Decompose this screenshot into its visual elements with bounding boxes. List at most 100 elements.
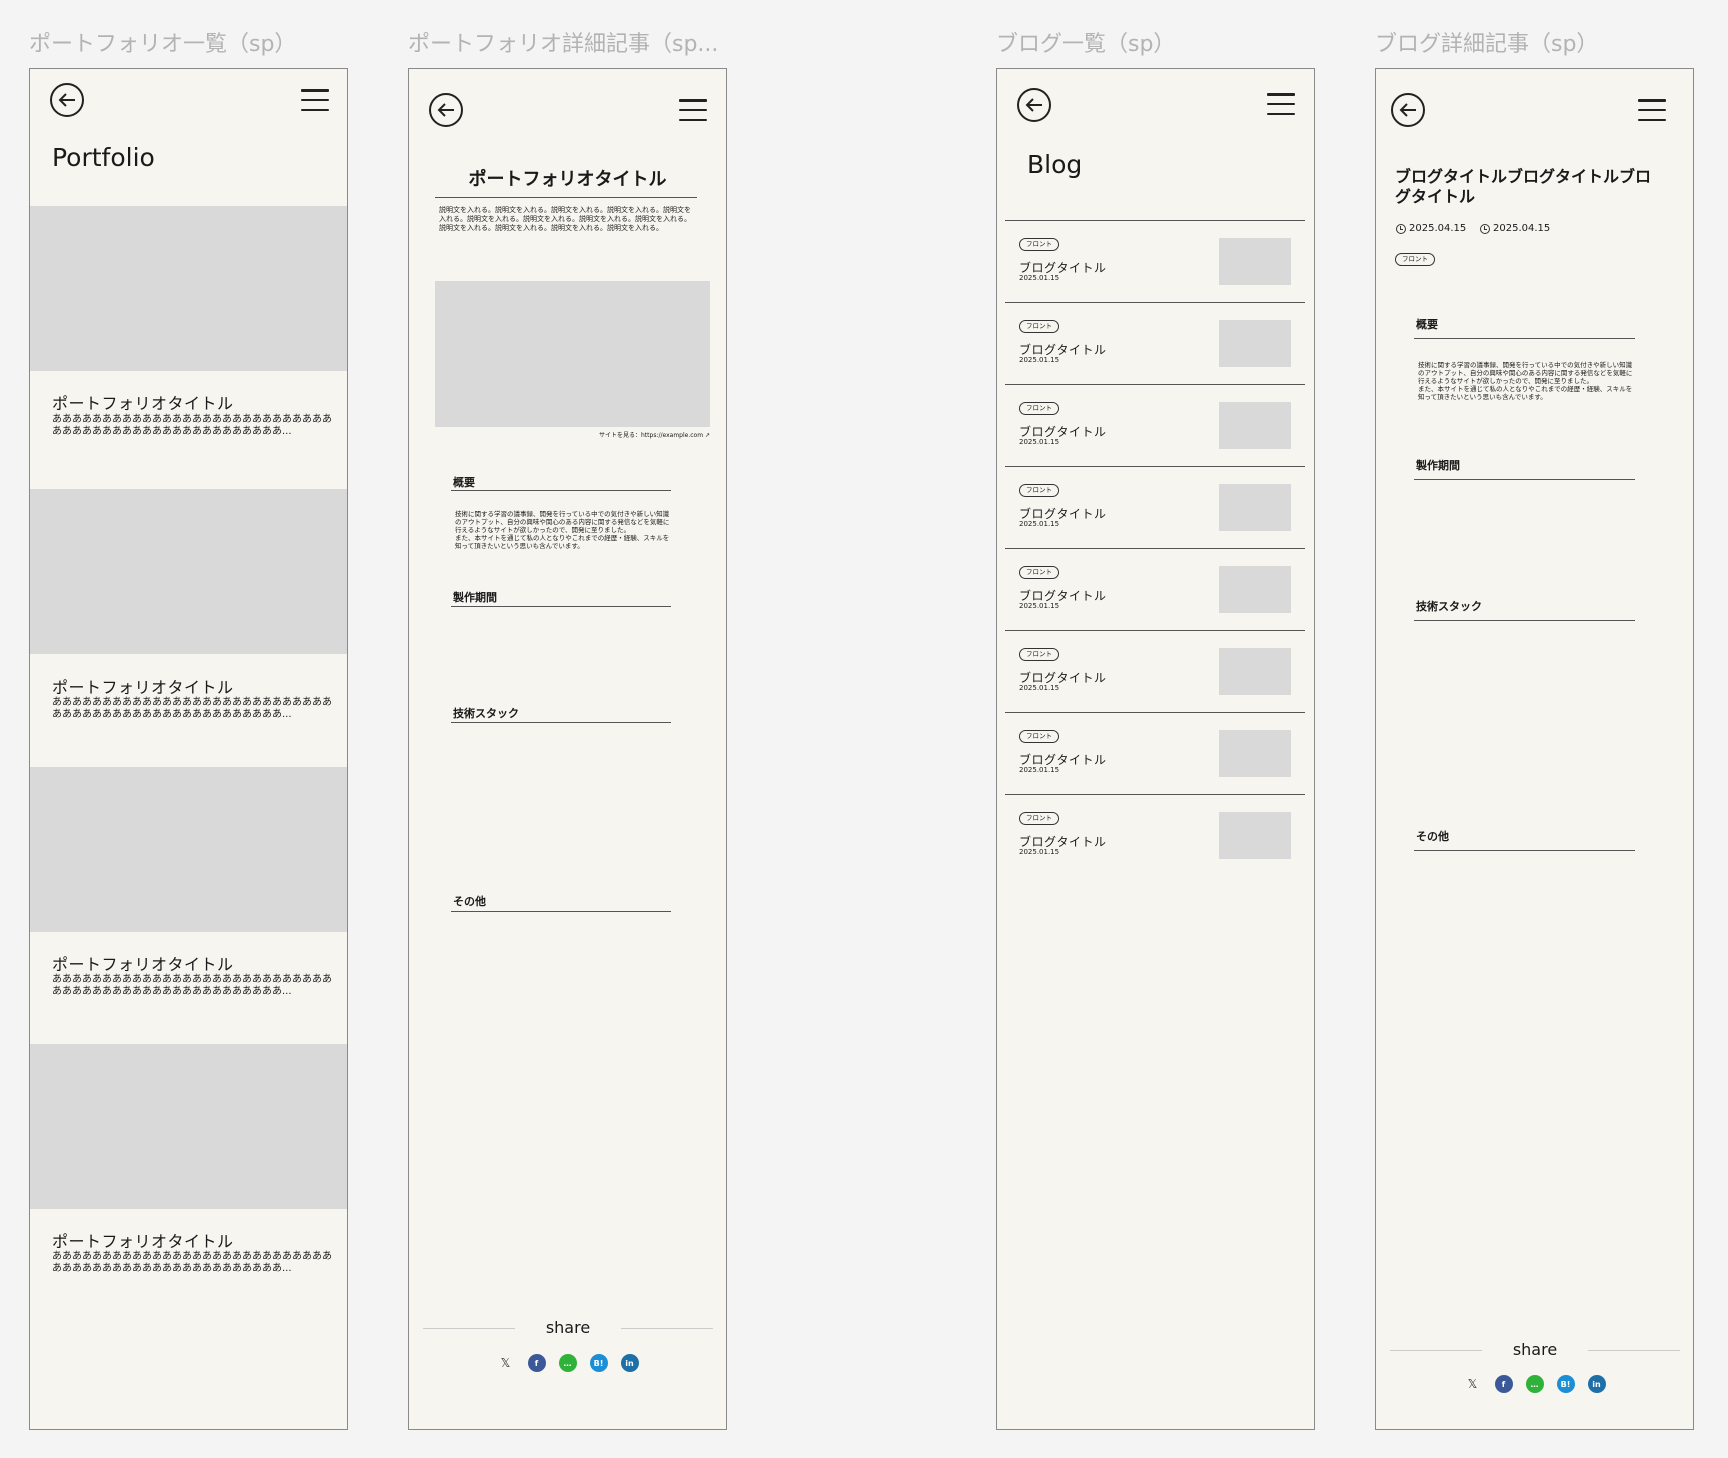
portfolio-detail-frame: ポートフォリオタイトル 説明文を入れる。説明文を入れる。説明文を入れる。説明文を… [408, 68, 727, 1430]
section-title-period: 製作期間 [1416, 459, 1460, 472]
blog-item-thumbnail[interactable] [1219, 648, 1291, 695]
overview-text: 技術に関する学習の議事録、開発を行っている中での気付きや新しい知識のアウトプット… [455, 510, 670, 550]
category-tag[interactable]: フロント [1019, 238, 1059, 251]
hamburger-menu-icon[interactable] [1267, 93, 1295, 115]
blog-item-thumbnail[interactable] [1219, 320, 1291, 367]
blog-item-thumbnail[interactable] [1219, 238, 1291, 285]
section-divider [451, 490, 671, 491]
category-tag[interactable]: フロント [1019, 320, 1059, 333]
blog-item-thumbnail[interactable] [1219, 402, 1291, 449]
category-tag[interactable]: フロント [1019, 812, 1059, 825]
frame-label-portfolio-list: ポートフォリオ一覧（sp） [29, 32, 297, 57]
list-divider [1005, 548, 1305, 549]
hatena-icon[interactable]: B! [589, 1354, 608, 1372]
updated-date-text: 2025.04.15 [1493, 223, 1551, 234]
category-tag[interactable]: フロント [1395, 253, 1435, 266]
portfolio-thumbnail[interactable] [30, 1044, 347, 1209]
blog-item-date: 2025.01.15 [1019, 274, 1060, 282]
section-title-other: その他 [1416, 830, 1449, 843]
blog-item-date: 2025.01.15 [1019, 602, 1060, 610]
section-title-stack: 技術スタック [453, 707, 519, 720]
portfolio-thumbnail[interactable] [30, 767, 347, 932]
overview-text: 技術に関する学習の議事録、開発を行っている中での気付きや新しい知識のアウトプット… [1418, 361, 1633, 401]
back-arrow-icon[interactable] [50, 83, 84, 117]
blog-detail-frame: ブログタイトルブログタイトルブログタイトル 2025.04.15 2025.04… [1375, 68, 1694, 1430]
blog-item-thumbnail[interactable] [1219, 730, 1291, 777]
linkedin-icon[interactable]: in [1587, 1375, 1606, 1393]
updated-date: 2025.04.15 [1480, 223, 1550, 234]
hamburger-menu-icon[interactable] [1638, 99, 1666, 121]
section-title-other: その他 [453, 895, 486, 908]
share-section: share [423, 1318, 713, 1338]
blog-list-frame: Blog フロント ブログタイトル 2025.01.15 フロント ブログタイト… [996, 68, 1315, 1430]
share-buttons: 𝕏 f … B! in [409, 1354, 726, 1372]
blog-item-date: 2025.01.15 [1019, 520, 1060, 528]
section-divider [1414, 479, 1635, 480]
portfolio-card-title[interactable]: ポートフォリオタイトル [52, 390, 234, 414]
facebook-icon[interactable]: f [1494, 1375, 1513, 1393]
portfolio-card-desc: ああああああああああああああああああああああああああああああああああああああああ… [52, 414, 332, 437]
category-tag[interactable]: フロント [1019, 566, 1059, 579]
list-divider [1005, 794, 1305, 795]
portfolio-card-title[interactable]: ポートフォリオタイトル [52, 674, 234, 698]
portfolio-image [435, 281, 710, 427]
hatena-icon[interactable]: B! [1556, 1375, 1575, 1393]
back-arrow-icon[interactable] [1017, 88, 1051, 122]
frame-label-blog-detail: ブログ詳細記事（sp） [1375, 32, 1599, 57]
portfolio-card-desc: ああああああああああああああああああああああああああああああああああああああああ… [52, 1251, 332, 1274]
page-title: Blog [1027, 150, 1083, 179]
section-divider [1414, 850, 1635, 851]
page-title: Portfolio [52, 143, 155, 172]
blog-item-thumbnail[interactable] [1219, 812, 1291, 859]
blog-item-thumbnail[interactable] [1219, 484, 1291, 531]
site-link[interactable]: サイトを見る：https://example.com ↗ [599, 430, 710, 439]
back-arrow-icon[interactable] [429, 93, 463, 127]
share-divider-right [621, 1328, 713, 1329]
portfolio-title: ポートフォリオタイトル [468, 169, 667, 190]
blog-item-date: 2025.01.15 [1019, 684, 1060, 692]
published-date-text: 2025.04.15 [1409, 223, 1467, 234]
blog-item-date: 2025.01.15 [1019, 848, 1060, 856]
portfolio-thumbnail[interactable] [30, 206, 347, 371]
portfolio-thumbnail[interactable] [30, 489, 347, 654]
frame-label-blog-list: ブログ一覧（sp） [996, 32, 1176, 57]
linkedin-icon[interactable]: in [620, 1354, 639, 1372]
list-divider [1005, 302, 1305, 303]
blog-item-date: 2025.01.15 [1019, 438, 1060, 446]
category-tag[interactable]: フロント [1019, 648, 1059, 661]
x-icon[interactable]: 𝕏 [1464, 1375, 1482, 1393]
category-tag[interactable]: フロント [1019, 402, 1059, 415]
section-divider [1414, 338, 1635, 339]
x-icon[interactable]: 𝕏 [497, 1354, 515, 1372]
share-divider-right [1588, 1350, 1680, 1351]
blog-item-date: 2025.01.15 [1019, 356, 1060, 364]
list-divider [1005, 220, 1305, 221]
hamburger-menu-icon[interactable] [679, 99, 707, 121]
hamburger-menu-icon[interactable] [301, 89, 329, 111]
portfolio-card-title[interactable]: ポートフォリオタイトル [52, 1228, 234, 1252]
facebook-icon[interactable]: f [527, 1354, 546, 1372]
section-divider [451, 606, 671, 607]
section-title-stack: 技術スタック [1416, 600, 1482, 613]
title-divider [435, 197, 697, 198]
line-icon[interactable]: … [558, 1354, 577, 1372]
section-divider [451, 722, 671, 723]
section-title-period: 製作期間 [453, 591, 497, 604]
category-tag[interactable]: フロント [1019, 730, 1059, 743]
list-divider [1005, 712, 1305, 713]
published-date: 2025.04.15 [1396, 223, 1466, 234]
section-title-overview: 概要 [1416, 318, 1438, 331]
portfolio-card-desc: ああああああああああああああああああああああああああああああああああああああああ… [52, 697, 332, 720]
clock-icon [1396, 223, 1406, 234]
back-arrow-icon[interactable] [1391, 93, 1425, 127]
list-divider [1005, 466, 1305, 467]
line-icon[interactable]: … [1525, 1375, 1544, 1393]
portfolio-card-title[interactable]: ポートフォリオタイトル [52, 951, 234, 975]
blog-item-date: 2025.01.15 [1019, 766, 1060, 774]
category-tag[interactable]: フロント [1019, 484, 1059, 497]
list-divider [1005, 630, 1305, 631]
blog-item-thumbnail[interactable] [1219, 566, 1291, 613]
portfolio-description: 説明文を入れる。説明文を入れる。説明文を入れる。説明文を入れる。説明文を入れる。… [439, 206, 691, 232]
frame-label-portfolio-detail: ポートフォリオ詳細記事（sp... [408, 32, 719, 57]
portfolio-list-frame: Portfolio ポートフォリオタイトル ああああああああああああああああああ… [29, 68, 348, 1430]
